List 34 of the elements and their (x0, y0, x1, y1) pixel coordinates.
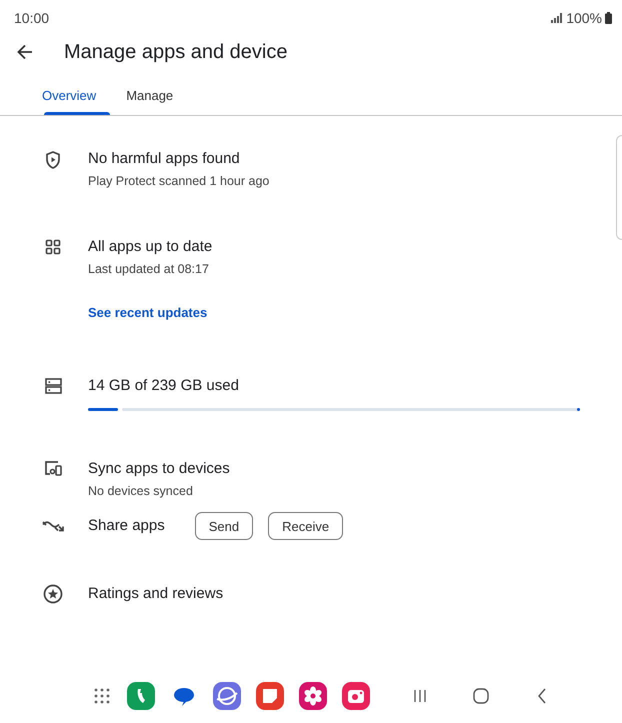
signal-icon (551, 13, 564, 23)
row-title: No harmful apps found (88, 149, 241, 169)
storage-usage: 14 GB of 239 GB used (88, 376, 240, 396)
apps-grid-icon[interactable] (94, 688, 110, 704)
browser-app-icon[interactable] (213, 682, 241, 710)
storage-icon (44, 378, 62, 394)
share-icon (42, 520, 64, 532)
tab[interactable]: Manage (112, 80, 188, 115)
row-title[interactable]: Ratings and reviews (88, 584, 580, 604)
share-button[interactable]: Send (194, 512, 254, 540)
recent-updates-link[interactable]: See recent updates (88, 305, 208, 320)
grid-icon (45, 239, 61, 255)
clock: 10:00 (14, 10, 50, 26)
shield-icon (45, 151, 61, 169)
battery-icon (605, 12, 612, 24)
flower-app-icon[interactable] (299, 682, 327, 710)
row-title: Sync apps to devices (88, 459, 231, 479)
tab[interactable]: Overview (28, 80, 110, 115)
scroll-handle[interactable] (616, 135, 622, 240)
row-subtitle: Last updated at 08:17 (88, 262, 210, 276)
page-title: Manage apps and device (64, 40, 288, 64)
row-subtitle: Play Protect scanned 1 hour ago (88, 174, 270, 188)
row-title: Share apps (88, 516, 165, 536)
camera-app-icon[interactable] (342, 682, 370, 710)
phone-app-icon[interactable] (127, 682, 155, 710)
row-subtitle: No devices synced (88, 484, 194, 498)
devices-icon (44, 461, 62, 476)
recents-button[interactable] (413, 689, 427, 703)
battery-level: 100% (566, 10, 602, 26)
back-nav-button[interactable] (537, 688, 547, 704)
share-button[interactable]: Receive (268, 512, 344, 540)
row-title: All apps up to date (88, 237, 214, 257)
home-button[interactable] (473, 688, 489, 704)
notes-app-icon[interactable] (256, 682, 284, 710)
